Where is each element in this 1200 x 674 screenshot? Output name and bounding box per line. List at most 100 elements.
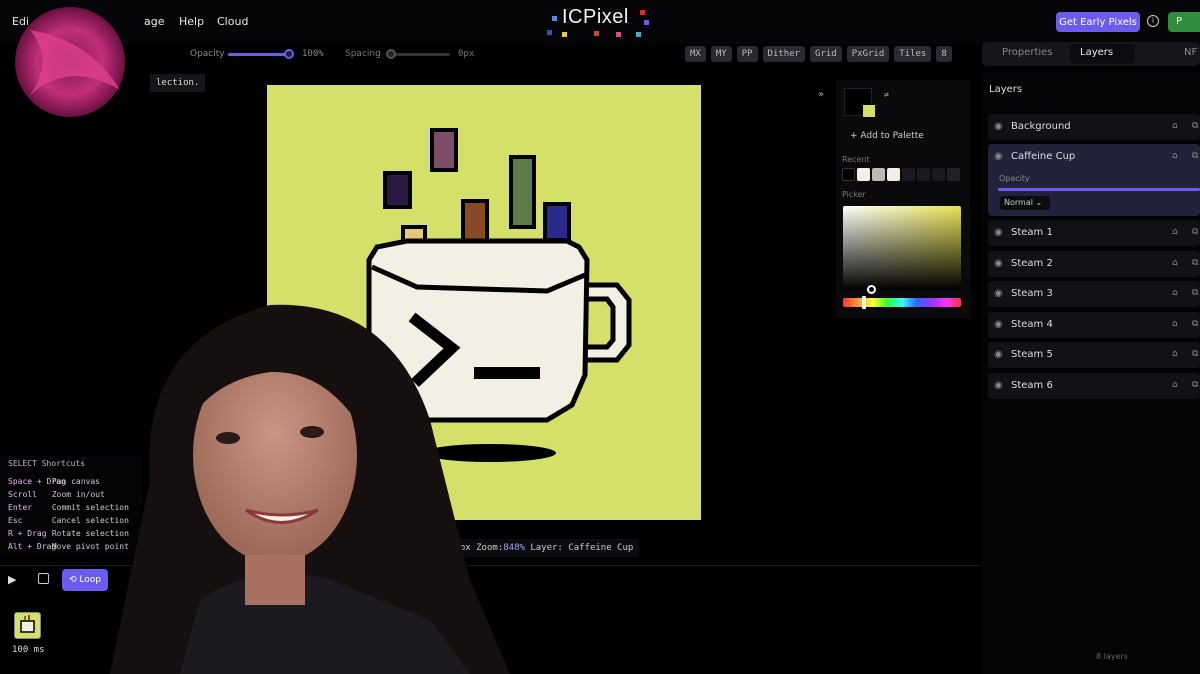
recent-color-swatch[interactable]	[947, 168, 960, 181]
menu-cloud[interactable]: Cloud	[217, 15, 248, 28]
swap-colors-icon[interactable]: ⇄	[884, 90, 889, 99]
steam-pixel	[543, 202, 571, 242]
shortcut-row: Scroll Zoom in/out	[8, 490, 105, 499]
steam-pixel	[430, 128, 458, 172]
pixel-perfect-button[interactable]: PP	[736, 46, 758, 62]
pixel-canvas[interactable]	[267, 85, 701, 520]
shortcut-desc: Move pivot point	[51, 542, 129, 551]
lock-icon[interactable]: ⌂	[1172, 288, 1178, 298]
layer-steam-5[interactable]: ◉ Steam 5 ⌂ ⧉	[988, 342, 1200, 368]
layer-steam-2[interactable]: ◉ Steam 2 ⌂ ⧉	[988, 251, 1200, 277]
recent-color-swatch[interactable]	[842, 168, 855, 181]
logo-pixel	[547, 30, 552, 35]
lock-icon[interactable]: ⌂	[1172, 227, 1178, 237]
recent-color-swatch[interactable]	[902, 168, 915, 181]
canvas-artwork	[366, 128, 632, 462]
mirror-x-button[interactable]: MX	[685, 46, 706, 62]
secondary-color-swatch[interactable]	[862, 104, 876, 118]
layer-steam-6[interactable]: ◉ Steam 6 ⌂ ⧉	[988, 373, 1200, 399]
info-icon[interactable]: i	[1147, 15, 1159, 27]
shortcut-row: R + Drag Rotate selection	[8, 529, 129, 538]
frame-thumbnail[interactable]	[14, 612, 41, 639]
layer-opacity-slider[interactable]	[998, 188, 1200, 191]
user-button[interactable]: P	[1168, 12, 1200, 32]
shortcut-key: Esc	[8, 516, 23, 525]
layer-background[interactable]: ◉ Background ⌂ ⧉	[988, 114, 1200, 140]
eye-icon[interactable]: ◉	[994, 151, 1003, 162]
duplicate-icon[interactable]: ⧉	[1192, 151, 1198, 161]
stop-icon[interactable]	[38, 573, 49, 584]
opacity-label: Opacity	[190, 49, 225, 59]
duplicate-icon[interactable]: ⧉	[1192, 258, 1198, 268]
prompt-underscore	[474, 367, 540, 379]
spacing-slider-knob[interactable]	[386, 49, 396, 59]
app-title: ICPixel	[562, 6, 629, 28]
pixel-grid-button[interactable]: PxGrid	[846, 46, 890, 62]
shortcut-desc: Pan canvas	[51, 477, 100, 486]
layer-name: Caffeine Cup	[1011, 151, 1076, 162]
shortcut-desc: Zoom in/out	[51, 490, 105, 499]
lock-icon[interactable]: ⌂	[1172, 349, 1178, 359]
layers-title: Layers	[989, 84, 1023, 95]
add-to-palette-button[interactable]: + Add to Palette	[850, 131, 924, 141]
eye-icon[interactable]: ◉	[994, 349, 1003, 360]
collapse-panel-icon[interactable]: »	[818, 89, 824, 100]
recent-color-swatch[interactable]	[857, 168, 870, 181]
eye-icon[interactable]: ◉	[994, 319, 1003, 330]
blend-mode-select[interactable]: Normal ⌄	[1000, 196, 1050, 210]
opacity-slider-fill	[228, 53, 288, 56]
get-early-pixels-button[interactable]: Get Early Pixels	[1056, 12, 1140, 32]
hue-slider[interactable]	[843, 298, 961, 307]
selection-hint: lection.	[150, 74, 206, 92]
hue-knob[interactable]	[862, 296, 866, 309]
layer-name: Steam 5	[1011, 349, 1053, 360]
tiles-button[interactable]: Tiles	[894, 46, 932, 62]
duplicate-icon[interactable]: ⧉	[1192, 380, 1198, 390]
menu-help[interactable]: Help	[179, 15, 204, 28]
tab-properties[interactable]: Properties	[1002, 47, 1053, 58]
duplicate-icon[interactable]: ⧉	[1192, 227, 1198, 237]
loop-button[interactable]: ⟲ Loop	[62, 569, 108, 591]
lock-icon[interactable]: ⌂	[1172, 121, 1178, 131]
layer-name: Steam 2	[1011, 258, 1053, 269]
tile-size-button[interactable]: 8	[936, 46, 952, 62]
dither-button[interactable]: Dither	[762, 46, 806, 62]
duplicate-icon[interactable]: ⧉	[1192, 319, 1198, 329]
layer-steam-3[interactable]: ◉ Steam 3 ⌂ ⧉	[988, 281, 1200, 307]
recent-color-swatch[interactable]	[917, 168, 930, 181]
lock-icon[interactable]: ⌂	[1172, 258, 1178, 268]
eye-icon[interactable]: ◉	[994, 258, 1003, 269]
layer-caffeine-cup[interactable]: ◉ Caffeine Cup ⌂ ⧉ Opacity Normal ⌄	[988, 144, 1200, 216]
shortcut-desc: Rotate selection	[51, 529, 129, 538]
layer-steam-1[interactable]: ◉ Steam 1 ⌂ ⧉	[988, 220, 1200, 246]
layer-steam-4[interactable]: ◉ Steam 4 ⌂ ⧉	[988, 312, 1200, 338]
opacity-slider-knob[interactable]	[284, 49, 294, 59]
duplicate-icon[interactable]: ⧉	[1192, 288, 1198, 298]
eye-icon[interactable]: ◉	[994, 380, 1003, 391]
lock-icon[interactable]: ⌂	[1172, 319, 1178, 329]
saturation-picker[interactable]	[843, 206, 961, 290]
mirror-y-button[interactable]: MY	[710, 46, 732, 62]
eye-icon[interactable]: ◉	[994, 121, 1003, 132]
eye-icon[interactable]: ◉	[994, 227, 1003, 238]
duplicate-icon[interactable]: ⧉	[1192, 349, 1198, 359]
grid-button[interactable]: Grid	[810, 46, 842, 62]
picker-knob[interactable]	[867, 285, 876, 294]
spacing-slider-track[interactable]	[388, 53, 450, 56]
lock-icon[interactable]: ⌂	[1172, 380, 1178, 390]
tab-layers[interactable]: Layers	[1080, 47, 1114, 58]
steam-pixel	[383, 171, 412, 209]
duplicate-icon[interactable]: ⧉	[1192, 121, 1198, 131]
add-to-palette-label: Add to Palette	[860, 131, 924, 141]
play-icon[interactable]: ▶	[8, 573, 16, 586]
menu-edit[interactable]: Edi	[12, 15, 29, 28]
eye-icon[interactable]: ◉	[994, 288, 1003, 299]
status-zoom: 848%	[503, 543, 525, 553]
status-bar: Select Size: 1px Zoom:848% Layer: Caffei…	[384, 539, 640, 557]
tab-more[interactable]: NF	[1184, 47, 1197, 58]
menu-image[interactable]: age	[144, 15, 165, 28]
recent-color-swatch[interactable]	[932, 168, 945, 181]
recent-color-swatch[interactable]	[887, 168, 900, 181]
lock-icon[interactable]: ⌂	[1172, 151, 1178, 161]
recent-color-swatch[interactable]	[872, 168, 885, 181]
